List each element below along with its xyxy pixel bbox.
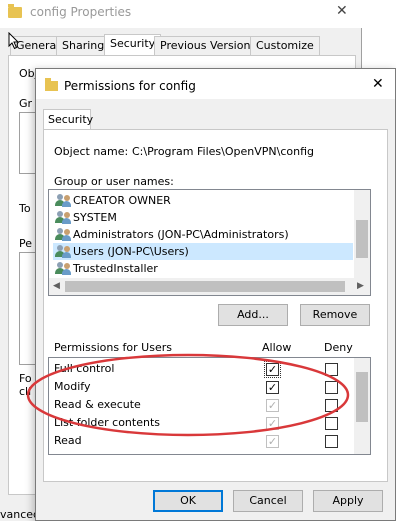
- red-ellipse-annotation: [26, 353, 350, 437]
- annotation-overlay: [26, 353, 350, 437]
